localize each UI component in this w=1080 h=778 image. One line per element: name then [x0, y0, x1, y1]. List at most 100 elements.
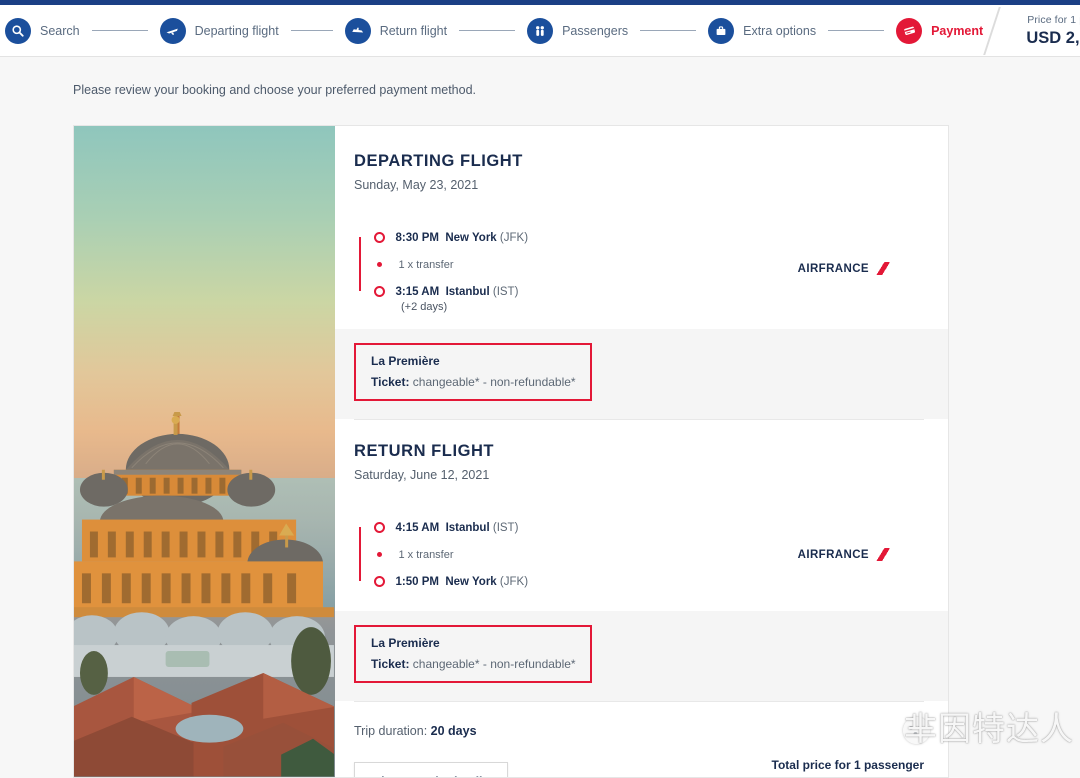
- departing-date: Sunday, May 23, 2021: [354, 178, 479, 192]
- step-label-search: Search: [40, 23, 80, 38]
- airfrance-slash-icon: [873, 548, 890, 561]
- airline-name: AIRFRANCE: [797, 548, 869, 561]
- booking-footer-row: View my trip details Total price for 1 p…: [354, 758, 925, 777]
- return-depart-city: Istanbul: [445, 521, 490, 534]
- timeline-transfer-row: 1 x transfer: [374, 541, 798, 568]
- return-arrive-time: 1:50 PM: [395, 575, 439, 588]
- booking-summary-card: DEPARTING FLIGHT Sunday, May 23, 2021 8:…: [73, 125, 949, 778]
- price-label: Price for 1 passenger: [1027, 13, 1080, 26]
- step-return-flight[interactable]: Return flight: [344, 17, 448, 44]
- step-search[interactable]: Search: [5, 17, 80, 44]
- search-icon: [5, 17, 31, 44]
- price-value: USD 2,193.75: [1026, 28, 1080, 47]
- step-label-departing-flight: Departing flight: [194, 23, 279, 38]
- return-depart-time: 4:15 AM: [395, 521, 440, 534]
- section-divider: [354, 419, 924, 420]
- view-trip-details-button[interactable]: View my trip details: [354, 762, 509, 777]
- return-timeline: 4:15 AM Istanbul (IST) 1 x transfer 1:50…: [354, 514, 798, 595]
- mosque-illustration: [74, 412, 334, 777]
- price-summary-panel: Price for 1 passenger USD 2,193.75: [983, 5, 1080, 57]
- departing-title: DEPARTING FLIGHT: [354, 152, 523, 170]
- section-divider: [354, 701, 924, 702]
- departing-origin: 8:30 PM New York (JFK): [396, 232, 529, 244]
- timeline-dot-end: [373, 286, 385, 297]
- trip-duration: Trip duration: 20 days: [354, 724, 924, 738]
- step-passengers[interactable]: Passengers: [527, 17, 629, 44]
- return-transfer: 1 x transfer: [398, 548, 454, 561]
- step-label-return-flight: Return flight: [379, 23, 448, 38]
- departing-depart-code: (JFK): [499, 231, 529, 244]
- timeline-dot-end: [373, 576, 385, 587]
- page-intro-text: Please review your booking and choose yo…: [73, 83, 477, 97]
- departing-arrive-time: 3:15 AM: [395, 285, 440, 298]
- departing-fare-strip: La Première Ticket: changeable* - non-re…: [335, 329, 948, 419]
- timeline-arrival-row: 3:15 AM Istanbul (IST): [373, 278, 798, 305]
- price-panel-divider: [983, 6, 1001, 55]
- return-origin: 4:15 AM Istanbul (IST): [396, 522, 519, 534]
- step-label-payment: Payment: [931, 23, 984, 38]
- briefcase-icon: [708, 17, 735, 44]
- departing-fare-highlight: La Première Ticket: changeable* - non-re…: [354, 343, 592, 401]
- return-destination: 1:50 PM New York (JFK): [396, 576, 529, 588]
- step-label-extra-options: Extra options: [743, 23, 817, 38]
- return-fare-terms: Ticket: changeable* - non-refundable*: [371, 657, 576, 671]
- return-fare-name: La Première: [371, 636, 440, 650]
- passengers-icon: [527, 17, 554, 44]
- return-airline-logo: AIRFRANCE: [797, 548, 890, 561]
- return-flight-section: RETURN FLIGHT Saturday, June 12, 2021 4:…: [335, 442, 948, 702]
- total-price-block: Total price for 1 passenger USD 2,193.75: [771, 758, 925, 777]
- booking-stepper: Search Departing flight Return flight Pa…: [0, 5, 1080, 57]
- return-depart-code: (IST): [492, 521, 519, 534]
- stepper-connector: [459, 29, 516, 32]
- stepper-steps: Search Departing flight Return flight Pa…: [5, 17, 984, 44]
- departing-arrive-city: Istanbul: [445, 285, 490, 298]
- departing-leg-panel: 8:30 PM New York (JFK) 1 x transfer 3:15…: [354, 208, 924, 329]
- return-fare-label: Ticket:: [371, 657, 410, 671]
- stepper-connector: [91, 29, 148, 32]
- timeline-line: [359, 527, 361, 581]
- return-fare-strip: La Première Ticket: changeable* - non-re…: [335, 611, 948, 701]
- trip-duration-value: 20 days: [430, 724, 477, 738]
- return-date: Saturday, June 12, 2021: [354, 468, 490, 482]
- timeline-dot-start: [373, 522, 385, 533]
- departing-depart-time: 8:30 PM: [395, 231, 439, 244]
- step-departing-flight[interactable]: Departing flight: [159, 17, 279, 44]
- stepper-connector: [640, 29, 697, 32]
- departing-flight-section: DEPARTING FLIGHT Sunday, May 23, 2021 8:…: [335, 152, 948, 420]
- stepper-connector: [290, 29, 333, 32]
- stepper-connector: [828, 29, 885, 32]
- departing-depart-city: New York: [445, 231, 497, 244]
- return-arrive-city: New York: [445, 575, 497, 588]
- timeline-dot-transfer: [376, 552, 382, 557]
- step-label-passengers: Passengers: [562, 23, 629, 38]
- total-price-label: Total price for 1 passenger: [771, 758, 925, 772]
- timeline-arrival-row: 1:50 PM New York (JFK): [373, 568, 798, 595]
- credit-card-icon: [896, 17, 923, 44]
- timeline-departure-row: 4:15 AM Istanbul (IST): [373, 514, 798, 541]
- departing-fare-label: Ticket:: [371, 375, 410, 389]
- departing-fare-name: La Première: [371, 354, 440, 368]
- timeline-line: [359, 237, 361, 291]
- departing-arrive-code: (IST): [492, 285, 519, 298]
- airline-name: AIRFRANCE: [797, 262, 869, 275]
- departing-timeline: 8:30 PM New York (JFK) 1 x transfer 3:15…: [354, 224, 798, 313]
- timeline-departure-row: 8:30 PM New York (JFK): [373, 224, 798, 251]
- step-payment[interactable]: Payment: [896, 17, 984, 44]
- departing-transfer: 1 x transfer: [398, 258, 454, 271]
- plane-return-icon: [344, 17, 371, 44]
- step-extra-options[interactable]: Extra options: [708, 17, 817, 44]
- return-leg-panel: 4:15 AM Istanbul (IST) 1 x transfer 1:50…: [354, 498, 924, 611]
- departing-airline-logo: AIRFRANCE: [797, 262, 890, 275]
- return-arrive-code: (JFK): [499, 575, 529, 588]
- return-fare-conditions: changeable* - non-refundable*: [409, 657, 576, 671]
- timeline-dot-start: [373, 232, 385, 243]
- booking-details-column: DEPARTING FLIGHT Sunday, May 23, 2021 8:…: [335, 126, 948, 777]
- return-fare-highlight: La Première Ticket: changeable* - non-re…: [354, 625, 592, 683]
- departing-fare-conditions: changeable* - non-refundable*: [409, 375, 576, 389]
- return-title: RETURN FLIGHT: [354, 442, 495, 460]
- plane-departing-icon: [159, 17, 186, 44]
- destination-photo: [74, 126, 335, 777]
- departing-fare-terms: Ticket: changeable* - non-refundable*: [371, 375, 576, 389]
- trip-duration-label: Trip duration:: [354, 724, 431, 738]
- timeline-transfer-row: 1 x transfer: [374, 251, 798, 278]
